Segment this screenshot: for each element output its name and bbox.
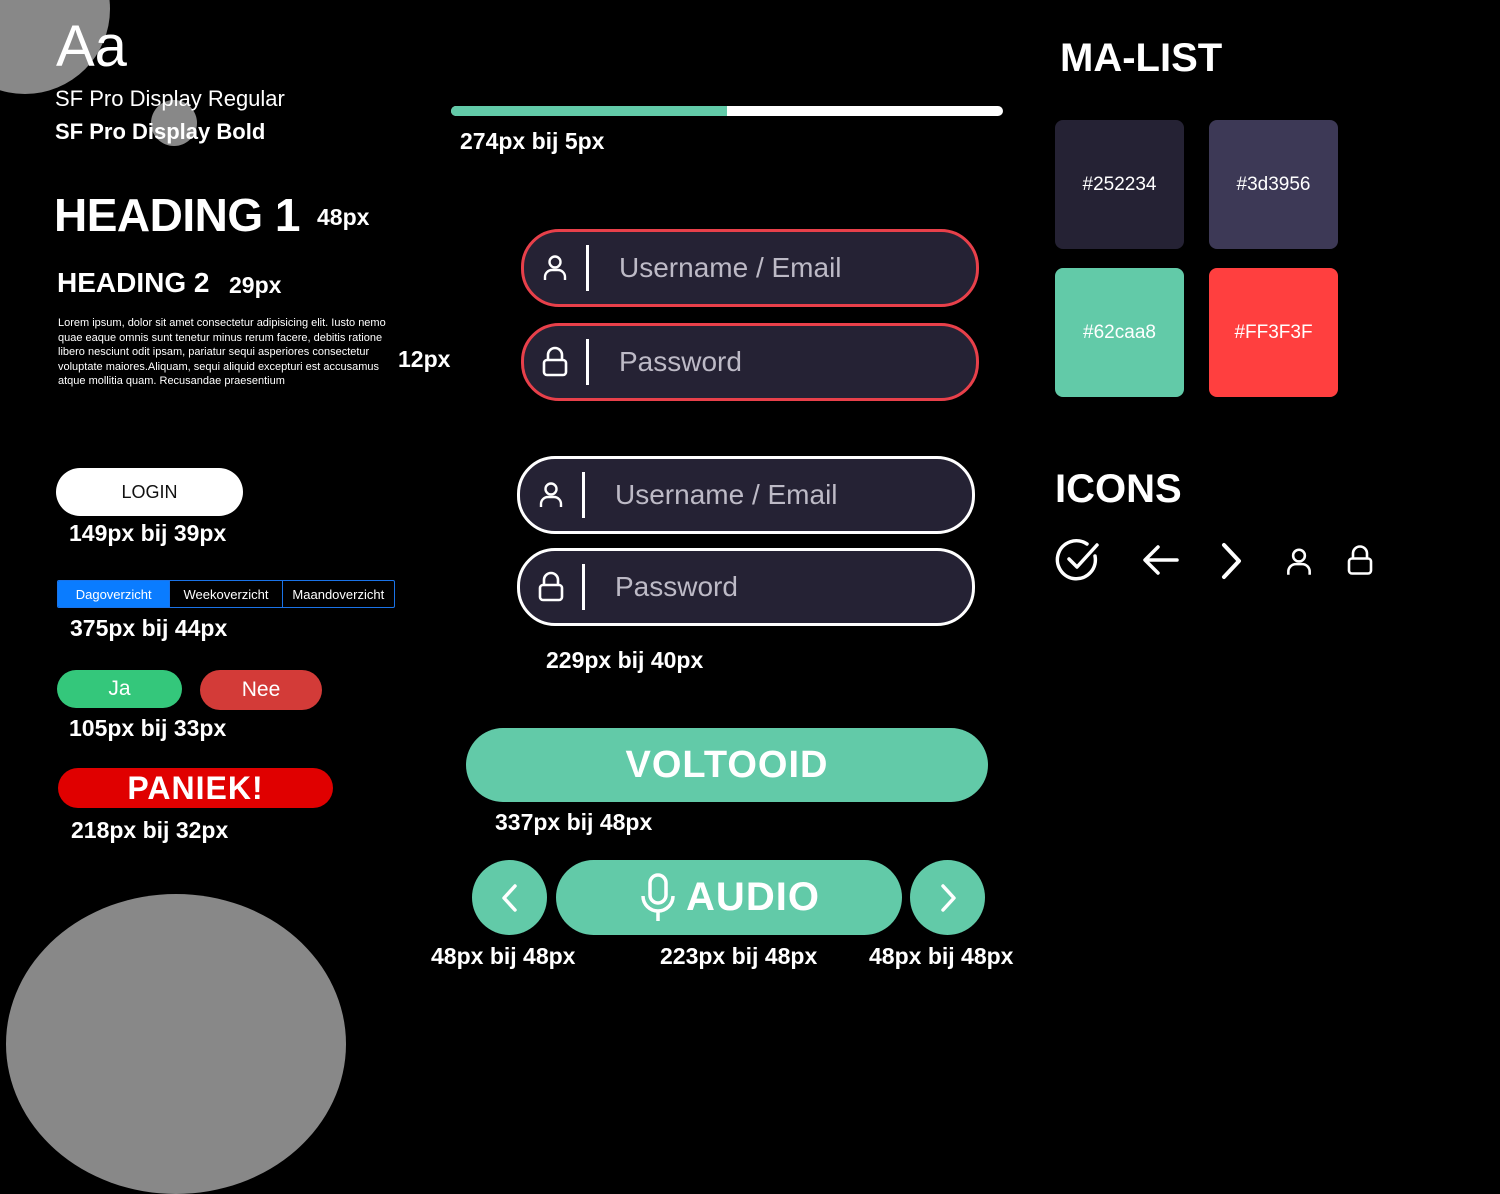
swatch-252234: #252234 <box>1055 120 1184 249</box>
heading-2-size: 29px <box>229 272 282 298</box>
yes-button[interactable]: Ja <box>57 670 182 708</box>
segment-day[interactable]: Dagoverzicht <box>58 581 171 607</box>
field-separator <box>586 339 589 385</box>
complete-button[interactable]: VOLTOOID <box>466 728 988 802</box>
body-text-sample: Lorem ipsum, dolor sit amet consectetur … <box>58 317 386 387</box>
field-separator <box>582 564 585 610</box>
previous-button[interactable] <box>472 860 547 935</box>
panic-size: 218px bij 32px <box>71 817 229 843</box>
chevron-left-icon <box>501 883 517 912</box>
swatch-ff3f3f: #FF3F3F <box>1209 268 1338 397</box>
audio-size: 223px bij 48px <box>660 943 818 969</box>
password-field-error[interactable]: Password <box>521 323 979 401</box>
lock-icon <box>520 571 582 603</box>
username-placeholder: Username / Email <box>615 479 838 510</box>
password-placeholder: Password <box>615 571 738 602</box>
username-field-error[interactable]: Username / Email <box>521 229 979 307</box>
swatch-3d3956: #3d3956 <box>1209 120 1338 249</box>
view-segmented-control: Dagoverzicht Weekoverzicht Maandoverzich… <box>57 580 395 608</box>
swatch-62caa8: #62caa8 <box>1055 268 1184 397</box>
login-button[interactable]: LOGIN <box>56 468 243 516</box>
complete-size: 337px bij 48px <box>495 809 653 835</box>
username-placeholder: Username / Email <box>619 252 842 283</box>
arrow-left-icon <box>1143 545 1179 575</box>
audio-label: AUDIO <box>686 875 820 919</box>
no-button[interactable]: Nee <box>200 670 322 710</box>
next-size: 48px bij 48px <box>869 943 1014 969</box>
body-text-size: 12px <box>398 346 451 372</box>
font-bold-label: SF Pro Display Bold <box>55 119 266 144</box>
check-circle-icon <box>1055 539 1099 581</box>
progress-bar <box>451 106 1003 116</box>
lock-icon <box>524 346 586 378</box>
next-button[interactable] <box>910 860 985 935</box>
panic-button[interactable]: PANIEK! <box>58 768 333 808</box>
input-size: 229px bij 40px <box>546 647 704 673</box>
previous-size: 48px bij 48px <box>431 943 576 969</box>
field-separator <box>582 472 585 518</box>
segment-week[interactable]: Weekoverzicht <box>170 581 283 607</box>
password-field[interactable]: Password <box>517 548 975 626</box>
chevron-right-icon <box>940 883 956 912</box>
heading-1-sample: HEADING 1 <box>54 189 300 241</box>
login-size: 149px bij 39px <box>69 520 227 546</box>
icons-title: ICONS <box>1055 467 1182 511</box>
audio-button[interactable]: AUDIO <box>556 860 902 935</box>
password-placeholder: Password <box>619 346 742 377</box>
user-icon <box>520 480 582 510</box>
username-field[interactable]: Username / Email <box>517 456 975 534</box>
progress-size: 274px bij 5px <box>460 128 605 154</box>
segment-month[interactable]: Maandoverzicht <box>283 581 394 607</box>
user-icon <box>524 253 586 283</box>
progress-fill <box>451 106 727 116</box>
field-separator <box>586 245 589 291</box>
heading-1-size: 48px <box>317 204 370 230</box>
heading-2-sample: HEADING 2 <box>57 267 210 298</box>
yes-no-size: 105px bij 33px <box>69 715 227 741</box>
font-regular-label: SF Pro Display Regular <box>55 86 285 111</box>
chevron-right-icon <box>1222 543 1241 579</box>
segments-size: 375px bij 44px <box>70 615 228 641</box>
user-icon <box>1287 548 1311 575</box>
microphone-icon <box>641 872 675 921</box>
decorative-circle-bottom <box>6 894 346 1194</box>
lock-icon <box>1347 545 1373 575</box>
type-sample: Aa <box>56 14 127 79</box>
palette-title: MA-LIST <box>1060 36 1223 80</box>
